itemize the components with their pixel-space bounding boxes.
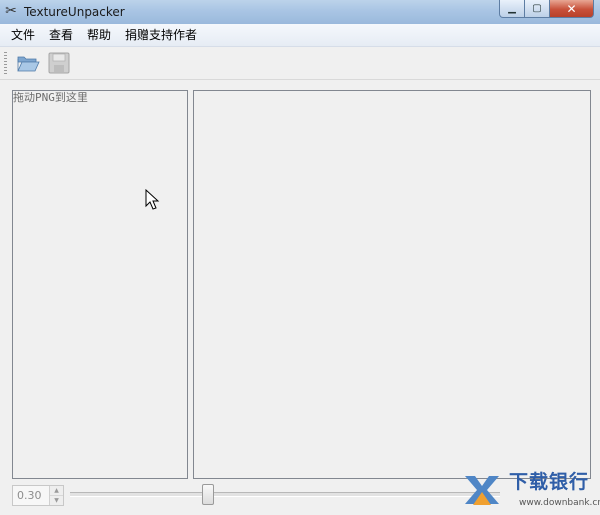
- folder-open-icon: [17, 56, 40, 72]
- watermark-name: 下载银行: [509, 471, 590, 493]
- spin-arrows: ▲ ▼: [49, 486, 63, 505]
- watermark-url: www.downbank.cn: [519, 498, 600, 508]
- spin-up-button[interactable]: ▲: [50, 486, 63, 496]
- scissors-icon: ✂: [5, 3, 17, 19]
- menu-view[interactable]: 查看: [42, 24, 80, 46]
- open-button[interactable]: [16, 51, 40, 75]
- close-button[interactable]: ✕: [550, 0, 594, 18]
- menu-file[interactable]: 文件: [0, 24, 42, 46]
- scale-spinbox[interactable]: 0.30 ▲ ▼: [12, 485, 64, 506]
- watermark: 下载银行 www.downbank.cn: [463, 468, 600, 513]
- spin-down-button[interactable]: ▼: [50, 496, 63, 505]
- scale-slider-track[interactable]: [70, 492, 500, 497]
- window-controls: ▁ ▢ ✕: [499, 0, 594, 18]
- scale-slider-thumb[interactable]: [202, 484, 214, 505]
- drop-hint: 拖动PNG到这里: [13, 91, 88, 104]
- window-title: TextureUnpacker: [24, 5, 125, 19]
- maximize-button[interactable]: ▢: [525, 0, 550, 18]
- menu-donate[interactable]: 捐赠支持作者: [118, 24, 204, 46]
- title-bar[interactable]: ✂ TextureUnpacker ▁ ▢ ✕: [0, 0, 600, 25]
- preview-panel[interactable]: [193, 90, 591, 479]
- scale-value: 0.30: [17, 489, 42, 502]
- save-icon: [48, 52, 70, 74]
- maximize-icon: ▢: [532, 3, 542, 14]
- save-button[interactable]: [47, 51, 71, 75]
- drop-area-panel[interactable]: 拖动PNG到这里: [12, 90, 188, 479]
- menu-bar: 文件 查看 帮助 捐赠支持作者: [0, 24, 600, 47]
- minimize-button[interactable]: ▁: [499, 0, 525, 18]
- close-icon: ✕: [566, 1, 577, 16]
- downbank-logo-icon: [465, 476, 499, 505]
- mouse-cursor-icon: [145, 189, 160, 210]
- minimize-icon: ▁: [508, 3, 516, 14]
- toolbar: [0, 47, 600, 80]
- menu-help[interactable]: 帮助: [80, 24, 118, 46]
- toolbar-grip[interactable]: [4, 52, 7, 74]
